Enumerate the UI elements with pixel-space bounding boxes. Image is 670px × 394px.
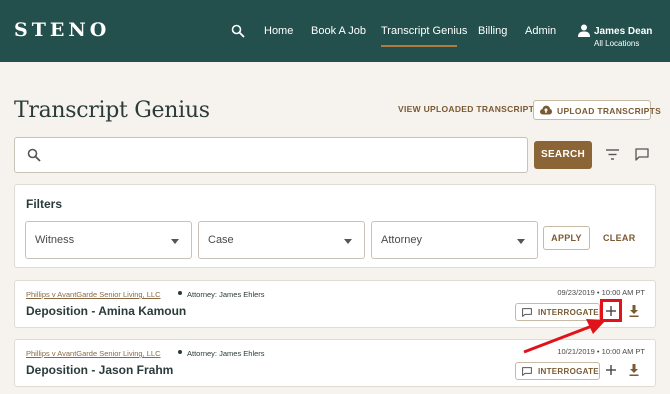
filters-title: Filters (26, 197, 63, 211)
annotation-arrow (523, 319, 606, 354)
download-icon[interactable] (629, 364, 639, 376)
search-icon[interactable] (231, 24, 245, 38)
witness-select-value: Witness (35, 234, 75, 246)
apply-button[interactable]: APPLY (543, 226, 590, 250)
cloud-upload-icon (540, 105, 552, 115)
transcript-title[interactable]: Deposition - Amina Kamoun (26, 304, 186, 318)
nav-book-a-job[interactable]: Book A Job (311, 25, 366, 37)
chevron-down-icon (171, 239, 179, 244)
interrogate-button[interactable]: INTERROGATE (515, 362, 600, 380)
chevron-down-icon (517, 239, 525, 244)
user-location[interactable]: All Locations (594, 39, 639, 48)
steno-logo[interactable]: STENO (14, 19, 110, 41)
search-box[interactable] (14, 137, 528, 173)
case-select-value: Case (208, 234, 234, 246)
search-button[interactable]: SEARCH (534, 141, 592, 169)
download-icon[interactable] (629, 305, 639, 317)
separator-dot (178, 350, 182, 354)
page-title: Transcript Genius (14, 98, 210, 123)
case-link[interactable]: Phillips v AvantGarde Senior Living, LLC (26, 349, 161, 358)
search-icon (27, 148, 41, 162)
nav-admin[interactable]: Admin (525, 25, 556, 37)
transcript-title[interactable]: Deposition - Jason Frahm (26, 363, 173, 377)
view-uploaded-transcripts-link[interactable]: VIEW UPLOADED TRANSCRIPTS (398, 104, 540, 114)
nav-home[interactable]: Home (264, 25, 293, 37)
search-input[interactable] (51, 144, 511, 166)
nav-billing[interactable]: Billing (478, 25, 507, 37)
case-select[interactable]: Case (198, 221, 365, 259)
filter-icon[interactable] (606, 149, 619, 160)
chevron-down-icon (344, 239, 352, 244)
nav-transcript-genius[interactable]: Transcript Genius (381, 25, 467, 37)
upload-transcripts-button[interactable]: UPLOAD TRANSCRIPTS (533, 100, 661, 120)
attorney-label: Attorney: James Ehlers (187, 349, 265, 358)
attorney-select-value: Attorney (381, 234, 422, 246)
clear-button[interactable]: CLEAR (603, 233, 636, 243)
interrogate-label: INTERROGATE (538, 367, 599, 376)
plus-icon[interactable] (605, 364, 617, 376)
user-icon[interactable] (578, 24, 590, 37)
filters-panel: Filters Witness Case Attorney APPLY CLEA… (14, 184, 656, 268)
top-nav-bar: STENO Home Book A Job Transcript Genius … (0, 0, 670, 62)
transcript-datetime: 09/23/2019 • 10:00 AM PT (557, 288, 645, 297)
case-link[interactable]: Phillips v AvantGarde Senior Living, LLC (26, 290, 161, 299)
attorney-label: Attorney: James Ehlers (187, 290, 265, 299)
nav-active-indicator (381, 45, 457, 47)
user-name[interactable]: James Dean (594, 26, 652, 37)
separator-dot (178, 291, 182, 295)
upload-transcripts-label: UPLOAD TRANSCRIPTS (557, 106, 662, 116)
witness-select[interactable]: Witness (25, 221, 192, 259)
chat-icon[interactable] (635, 148, 649, 161)
attorney-select[interactable]: Attorney (371, 221, 538, 259)
chat-icon (522, 367, 532, 376)
